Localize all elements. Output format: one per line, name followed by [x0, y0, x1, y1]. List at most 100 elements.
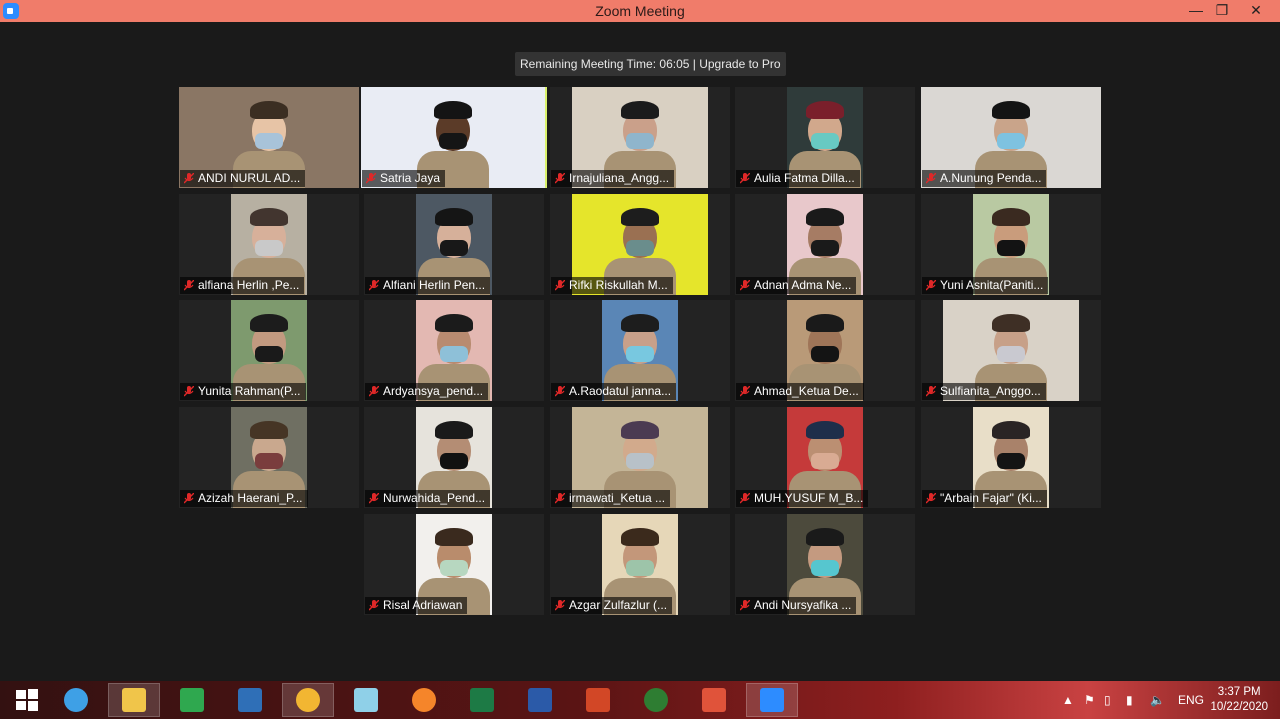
muted-mic-icon: [555, 600, 565, 611]
word-taskbar-button[interactable]: [514, 683, 566, 717]
participant-tile[interactable]: alfiana Herlin ,Pe...: [179, 194, 359, 295]
muted-mic-icon: [926, 173, 936, 184]
participant-tile[interactable]: Azizah Haerani_P...: [179, 407, 359, 508]
excel-icon: [470, 688, 494, 712]
participant-name: ANDI NURUL AD...: [198, 171, 301, 185]
clock-date: 10/22/2020: [1210, 701, 1268, 713]
participant-name-label: Ardyansya_pend...: [365, 383, 489, 400]
device-icon[interactable]: ▯: [1104, 681, 1111, 719]
muted-mic-icon: [555, 493, 565, 504]
store-taskbar-button[interactable]: [166, 683, 218, 717]
participant-name: Risal Adriawan: [383, 598, 463, 612]
participant-tile[interactable]: A.Nunung Penda...: [921, 87, 1101, 188]
windows-start-taskbar-button[interactable]: [1, 683, 53, 717]
face-mask: [997, 346, 1025, 362]
network-icon[interactable]: ▮: [1126, 681, 1133, 719]
participant-tile[interactable]: irmawati_Ketua ...: [550, 407, 730, 508]
participant-tile[interactable]: Nurwahida_Pend...: [364, 407, 544, 508]
hat: [434, 101, 472, 119]
notepad-taskbar-button[interactable]: [340, 683, 392, 717]
participant-name: "Arbain Fajar" (Ki...: [940, 491, 1042, 505]
participant-name-label: Azizah Haerani_P...: [180, 490, 308, 507]
participant-name-label: A.Raodatul janna...: [551, 383, 677, 400]
face-mask: [255, 453, 283, 469]
internet-explorer-taskbar-button[interactable]: [50, 683, 102, 717]
participant-tile[interactable]: Azgar Zulfazlur (...: [550, 514, 730, 615]
windows-start-icon: [15, 688, 39, 712]
face-mask: [439, 133, 467, 149]
participant-tile[interactable]: "Arbain Fajar" (Ki...: [921, 407, 1101, 508]
participant-tile[interactable]: Yuni Asnita(Paniti...: [921, 194, 1101, 295]
muted-mic-icon: [926, 493, 936, 504]
hat: [992, 208, 1030, 226]
hat: [250, 208, 288, 226]
participant-name-label: Alfiani Herlin Pen...: [365, 277, 491, 294]
language-indicator[interactable]: ENG: [1178, 681, 1204, 719]
muted-mic-icon: [366, 173, 376, 184]
clock[interactable]: 3:37 PM 10/22/2020: [1210, 685, 1268, 715]
zoom-taskbar-button[interactable]: [746, 683, 798, 717]
participant-tile[interactable]: Aulia Fatma Dilla...: [735, 87, 915, 188]
participant-name-label: Adnan Adma Ne...: [736, 277, 857, 294]
face-mask: [255, 133, 283, 149]
participant-tile[interactable]: Risal Adriawan: [364, 514, 544, 615]
lenovo-taskbar-button[interactable]: [224, 683, 276, 717]
participant-tile[interactable]: Rifki Riskullah M...: [550, 194, 730, 295]
hat: [621, 421, 659, 439]
participant-name: Andi Nursyafika ...: [754, 598, 852, 612]
muted-mic-icon: [926, 386, 936, 397]
participant-tile[interactable]: Ahmad_Ketua De...: [735, 300, 915, 401]
face-mask: [255, 346, 283, 362]
participant-tile[interactable]: Satria Jaya: [361, 87, 547, 188]
volume-icon[interactable]: 🔈: [1150, 681, 1165, 719]
participant-name-label: Aulia Fatma Dilla...: [736, 170, 860, 187]
participant-name: A.Raodatul janna...: [569, 384, 672, 398]
muted-mic-icon: [369, 386, 379, 397]
excel-taskbar-button[interactable]: [456, 683, 508, 717]
participant-tile[interactable]: Alfiani Herlin Pen...: [364, 194, 544, 295]
show-hidden-icons[interactable]: ▲: [1062, 681, 1074, 719]
media-player-icon: [644, 688, 668, 712]
face-mask: [626, 560, 654, 576]
participant-tile[interactable]: ANDI NURUL AD...: [179, 87, 359, 188]
participant-tile[interactable]: Adnan Adma Ne...: [735, 194, 915, 295]
participant-tile[interactable]: Irnajuliana_Angg...: [550, 87, 730, 188]
hat: [992, 314, 1030, 332]
participant-tile[interactable]: Sulfianita_Anggo...: [921, 300, 1101, 401]
muted-mic-icon: [926, 280, 936, 291]
zoom-icon: [760, 688, 784, 712]
face-mask: [997, 240, 1025, 256]
face-mask: [811, 453, 839, 469]
participant-tile[interactable]: Yunita Rahman(P...: [179, 300, 359, 401]
muted-mic-icon: [740, 493, 750, 504]
powerpoint-taskbar-button[interactable]: [572, 683, 624, 717]
participant-name-label: Yunita Rahman(P...: [180, 383, 306, 400]
face-mask: [440, 453, 468, 469]
participant-name-label: alfiana Herlin ,Pe...: [180, 277, 305, 294]
app-red-taskbar-button[interactable]: [688, 683, 740, 717]
face-mask: [626, 240, 654, 256]
participant-tile[interactable]: MUH.YUSUF M_B...: [735, 407, 915, 508]
minimize-button[interactable]: —: [1182, 0, 1210, 22]
close-button[interactable]: ✕: [1242, 0, 1270, 22]
participant-name: Rifki Riskullah M...: [569, 278, 668, 292]
face-mask: [997, 453, 1025, 469]
hat: [250, 421, 288, 439]
hat: [435, 421, 473, 439]
remaining-time-banner[interactable]: Remaining Meeting Time: 06:05 | Upgrade …: [515, 52, 786, 76]
participant-tile[interactable]: Ardyansya_pend...: [364, 300, 544, 401]
media-player-taskbar-button[interactable]: [630, 683, 682, 717]
participant-name-label: ANDI NURUL AD...: [180, 170, 306, 187]
chrome-icon: [296, 688, 320, 712]
file-explorer-taskbar-button[interactable]: [108, 683, 160, 717]
firefox-taskbar-button[interactable]: [398, 683, 450, 717]
face-mask: [997, 133, 1025, 149]
chrome-taskbar-button[interactable]: [282, 683, 334, 717]
restore-button[interactable]: ❐: [1208, 0, 1236, 22]
action-center-icon[interactable]: ⚑: [1084, 681, 1095, 719]
participant-tile[interactable]: A.Raodatul janna...: [550, 300, 730, 401]
face-mask: [440, 240, 468, 256]
participant-tile[interactable]: Andi Nursyafika ...: [735, 514, 915, 615]
muted-mic-icon: [555, 173, 565, 184]
notepad-icon: [354, 688, 378, 712]
